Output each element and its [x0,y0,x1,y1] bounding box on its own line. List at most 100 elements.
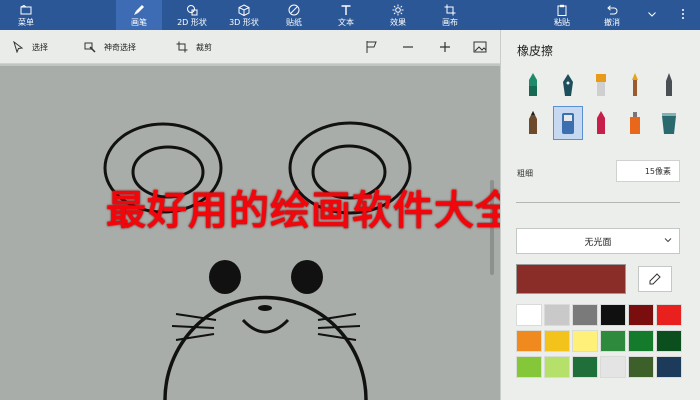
brush-fill[interactable] [656,108,682,138]
current-color[interactable] [516,264,626,294]
top-ribbon: 菜单 画笔 2D 形状 3D 形状 贴纸 文本 效果 画布 粘贴 撤消 [0,0,700,30]
color-swatch[interactable] [628,304,654,326]
brush-eraser[interactable] [553,106,583,140]
tab-label: 2D 形状 [177,17,207,27]
brush-watercolor[interactable] [622,70,648,100]
zoom-in-icon[interactable] [437,39,453,55]
color-swatch[interactable] [600,304,626,326]
color-swatch[interactable] [516,356,542,378]
brush-crayon[interactable] [588,108,614,138]
magic-select-icon [84,42,96,53]
color-swatch[interactable] [572,356,598,378]
color-swatch[interactable] [656,330,682,352]
watercolor-icon [632,73,638,96]
crop-label: 裁剪 [196,42,212,52]
canvas-toolbar: 选择 神奇选择 裁剪 [0,30,500,64]
image-view-icon[interactable] [472,39,488,55]
thickness-input[interactable]: 15像素 [616,160,680,182]
select-button[interactable]: 选择 [12,30,48,64]
color-swatch[interactable] [628,330,654,352]
color-swatch[interactable] [656,304,682,326]
spray-can-icon [630,112,640,134]
pencil-icon [529,111,537,134]
history-dropdown[interactable] [640,0,664,30]
crop-button[interactable]: 裁剪 [176,30,212,64]
color-swatch[interactable] [600,330,626,352]
brush-marker[interactable] [520,70,546,100]
calligraphy-pen-icon [563,74,573,96]
paste-icon [557,4,567,16]
nose [258,305,272,311]
eyedropper-button[interactable] [638,266,672,292]
brush-pencil[interactable] [520,108,546,138]
color-swatch[interactable] [572,304,598,326]
brush-calligraphy[interactable] [555,70,581,100]
tab-stickers[interactable]: 贴纸 [274,0,314,30]
select-label: 选择 [32,42,48,52]
thickness-label: 粗细 [517,169,533,178]
color-swatch[interactable] [544,330,570,352]
left-eye [209,260,241,294]
chevron-down-icon [664,238,672,243]
color-swatch[interactable] [544,356,570,378]
color-swatch[interactable] [516,330,542,352]
color-swatch[interactable] [572,330,598,352]
menu-button[interactable]: 菜单 [4,0,48,30]
color-swatch[interactable] [656,356,682,378]
tab-label: 3D 形状 [229,17,259,27]
eraser-icon [562,113,574,134]
brush-icon [134,4,144,15]
tab-effects[interactable]: 效果 [378,0,418,30]
magic-select-label: 神奇选择 [104,42,136,52]
left-whiskers [171,313,217,341]
color-swatch[interactable] [600,356,626,378]
shapes-2d-icon [187,4,198,15]
sticker-icon [288,4,300,15]
undo-icon [607,4,618,14]
tab-canvas[interactable]: 画布 [430,0,470,30]
color-swatch[interactable] [516,304,542,326]
fill-bucket-icon [662,113,676,134]
brush-oil[interactable] [588,70,614,100]
paste-label: 粘贴 [554,17,570,27]
chevron-down-icon [648,12,656,17]
cube-icon [238,3,250,16]
canvas-crop-icon [444,4,456,15]
paste-button[interactable]: 粘贴 [542,0,582,30]
tab-3d-shapes[interactable]: 3D 形状 [222,0,266,30]
eyedropper-icon [649,273,661,285]
tab-label: 效果 [390,17,406,27]
pixel-pen-icon [666,73,672,96]
tab-brushes[interactable]: 画笔 [116,0,162,30]
text-icon [341,4,351,15]
zoom-out-icon[interactable] [400,39,416,55]
more-icon [682,9,684,19]
flag-view-icon[interactable] [364,39,380,55]
tab-label: 文本 [338,17,354,27]
right-eye [291,260,323,294]
sun-icon [392,4,404,15]
tab-label: 贴纸 [286,17,302,27]
color-swatch[interactable] [628,356,654,378]
thickness-slider[interactable] [516,202,680,203]
tab-label: 画布 [442,17,458,27]
brush-pixel[interactable] [656,70,682,100]
color-swatch[interactable] [544,304,570,326]
undo-button[interactable]: 撤消 [592,0,632,30]
tab-text[interactable]: 文本 [326,0,366,30]
folder-icon [20,4,32,14]
menu-label: 菜单 [18,17,34,27]
finish-value: 无光面 [584,237,612,248]
overlay-title: 最好用的绘画软件大全 [106,188,516,234]
mouth [241,318,290,334]
tab-2d-shapes[interactable]: 2D 形状 [170,0,214,30]
crop-icon [176,41,188,53]
magic-select-button[interactable]: 神奇选择 [84,30,136,64]
crayon-icon [597,111,605,134]
more-button[interactable] [670,0,696,30]
finish-dropdown[interactable]: 无光面 [516,228,680,254]
panel-title: 橡皮擦 [517,44,554,58]
undo-label: 撤消 [604,17,620,27]
brush-spray[interactable] [622,108,648,138]
cursor-icon [13,41,24,53]
